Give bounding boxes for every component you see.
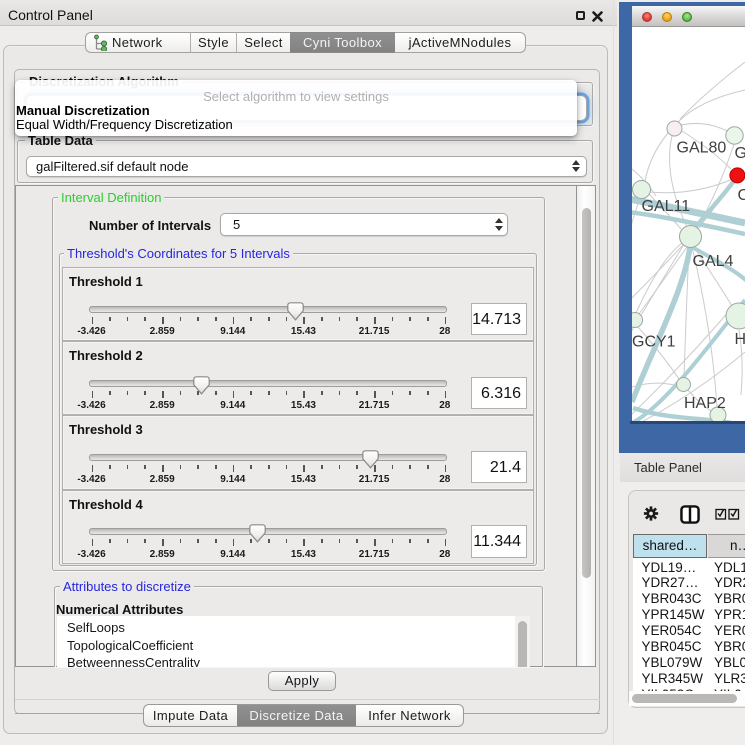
svg-text:GCY1: GCY1: [632, 334, 676, 351]
svg-text:GAL4: GAL4: [693, 253, 734, 270]
svg-text:HAP2: HAP2: [684, 395, 726, 412]
svg-text:H: H: [735, 331, 745, 348]
svg-text:GAL11: GAL11: [642, 198, 691, 215]
svg-text:GAL80: GAL80: [677, 140, 727, 157]
svg-text:GA: GA: [735, 145, 745, 162]
svg-text:C: C: [738, 187, 745, 204]
